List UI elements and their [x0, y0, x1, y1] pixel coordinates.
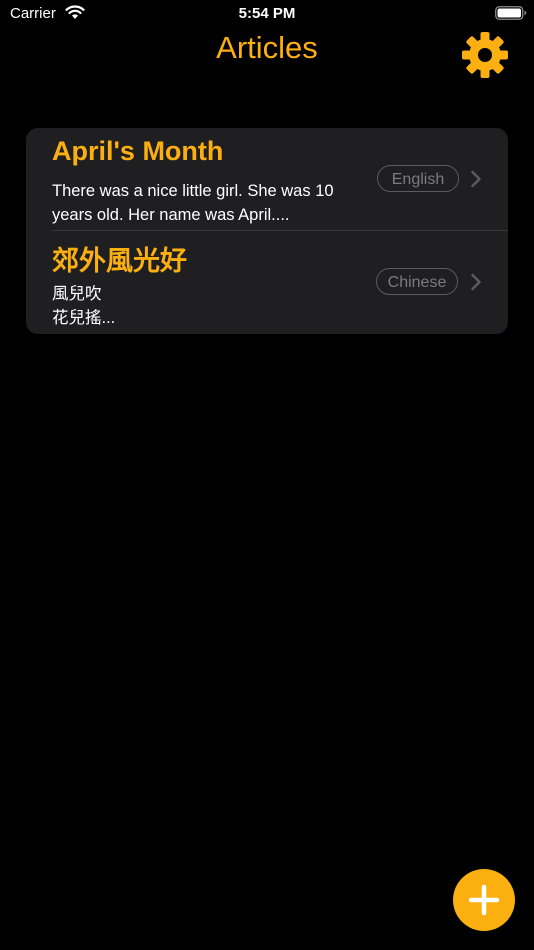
article-title: April's Month — [52, 136, 224, 166]
clock-time: 5:54 PM — [238, 5, 296, 22]
add-article-button[interactable] — [453, 869, 515, 931]
article-title: 郊外風光好 — [52, 246, 187, 276]
article-excerpt: There was a nice little girl. She was 10… — [52, 182, 334, 224]
language-badge: English — [377, 165, 459, 192]
plus-icon — [468, 884, 500, 916]
articles-screen: Carrier 5:54 PM Articles April's Month T… — [0, 0, 534, 950]
language-badge: Chinese — [376, 268, 458, 295]
chevron-right-icon — [471, 273, 481, 291]
status-bar: Carrier 5:54 PM — [0, 0, 534, 28]
battery-icon — [495, 6, 527, 20]
settings-button[interactable] — [460, 30, 510, 80]
article-row-english[interactable]: April's Month There was a nice little gi… — [26, 128, 508, 231]
gear-icon — [462, 32, 508, 78]
chevron-right-icon — [471, 170, 481, 188]
article-list: April's Month There was a nice little gi… — [26, 128, 508, 334]
article-excerpt: 風兒吹 花兒搖... — [52, 285, 116, 327]
article-row-chinese[interactable]: 郊外風光好 風兒吹 花兒搖... Chinese — [26, 231, 508, 334]
page-title: Articles — [216, 30, 318, 65]
